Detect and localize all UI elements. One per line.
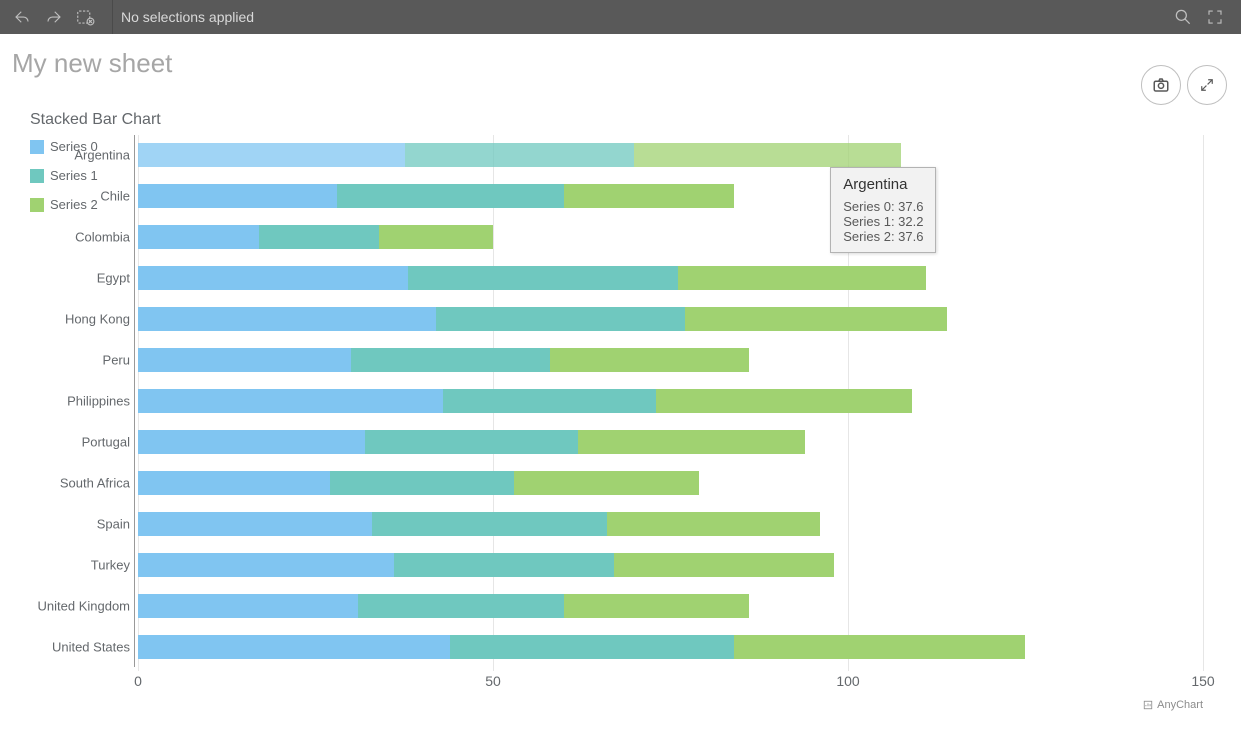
tooltip-line: Series 0: 37.6: [843, 199, 923, 214]
bar-segment[interactable]: [678, 266, 927, 290]
bar-segment[interactable]: [394, 553, 614, 577]
tooltip-title: Argentina: [843, 176, 923, 193]
bar-segment[interactable]: [358, 594, 564, 618]
tooltip-line: Series 1: 32.2: [843, 214, 923, 229]
bar-segment[interactable]: [734, 635, 1025, 659]
bar-segment[interactable]: [330, 471, 515, 495]
x-tick-label: 0: [134, 673, 142, 689]
bar-segment[interactable]: [408, 266, 678, 290]
legend-item[interactable]: Series 2: [30, 197, 98, 212]
bar-segment[interactable]: [138, 184, 337, 208]
toolbar-divider: [112, 0, 113, 34]
bar[interactable]: [138, 553, 1203, 577]
category-label: Spain: [97, 516, 130, 531]
clear-selections-button[interactable]: [72, 3, 100, 31]
bar-segment[interactable]: [138, 307, 436, 331]
bar-segment[interactable]: [138, 594, 358, 618]
category-label: Philippines: [67, 394, 130, 409]
bar[interactable]: [138, 348, 1203, 372]
category-label: Colombia: [75, 230, 130, 245]
category-label: Hong Kong: [65, 312, 130, 327]
bar[interactable]: [138, 266, 1203, 290]
bar[interactable]: [138, 389, 1203, 413]
category-label: Egypt: [97, 271, 130, 286]
bar-segment[interactable]: [614, 553, 834, 577]
bar-segment[interactable]: [372, 512, 606, 536]
search-button[interactable]: [1169, 3, 1197, 31]
bar[interactable]: [138, 225, 1203, 249]
chart-credit[interactable]: AnyChart: [1143, 699, 1203, 711]
selections-toolbar: No selections applied: [0, 0, 1241, 34]
bar[interactable]: [138, 307, 1203, 331]
legend-label: Series 1: [50, 168, 98, 183]
category-label: United States: [52, 639, 130, 654]
selections-text: No selections applied: [121, 9, 254, 25]
bar[interactable]: [138, 512, 1203, 536]
snapshot-button[interactable]: [1141, 65, 1181, 105]
bar[interactable]: [138, 594, 1203, 618]
x-tick-label: 100: [836, 673, 859, 689]
category-label: Argentina: [74, 148, 130, 163]
category-label: United Kingdom: [38, 598, 131, 613]
y-axis-line: [134, 135, 135, 667]
bar-segment[interactable]: [138, 430, 365, 454]
bar-segment[interactable]: [138, 635, 450, 659]
category-label: Portugal: [82, 434, 130, 449]
chart-panel: Stacked Bar Chart Series 0Series 1Series…: [8, 87, 1233, 727]
bar-segment[interactable]: [578, 430, 805, 454]
chart-plot-area[interactable]: 050100150ArgentinaChileColombiaEgyptHong…: [138, 135, 1203, 667]
bar-segment[interactable]: [365, 430, 578, 454]
x-tick-label: 50: [485, 673, 501, 689]
bar[interactable]: [138, 143, 1203, 167]
category-label: Chile: [100, 189, 130, 204]
bar[interactable]: [138, 430, 1203, 454]
expand-button[interactable]: [1187, 65, 1227, 105]
bar-segment[interactable]: [607, 512, 820, 536]
bar-segment[interactable]: [138, 266, 408, 290]
step-forward-button[interactable]: [40, 3, 68, 31]
legend-swatch: [30, 169, 44, 183]
bar-segment[interactable]: [138, 553, 394, 577]
bar-segment[interactable]: [656, 389, 912, 413]
sheet-title: My new sheet: [0, 34, 1241, 87]
fullscreen-button[interactable]: [1201, 3, 1229, 31]
bar-segment[interactable]: [138, 143, 405, 167]
legend-label: Series 2: [50, 197, 98, 212]
category-label: South Africa: [60, 475, 130, 490]
tooltip-line: Series 2: 37.6: [843, 229, 923, 244]
bar-segment[interactable]: [685, 307, 948, 331]
bar-segment[interactable]: [379, 225, 493, 249]
gridline: [1203, 135, 1204, 671]
legend-item[interactable]: Series 1: [30, 168, 98, 183]
bar-segment[interactable]: [514, 471, 699, 495]
bar-segment[interactable]: [443, 389, 656, 413]
bar-segment[interactable]: [337, 184, 564, 208]
legend-swatch: [30, 140, 44, 154]
bar[interactable]: [138, 635, 1203, 659]
bar-segment[interactable]: [351, 348, 550, 372]
bar-segment[interactable]: [634, 143, 901, 167]
bar-segment[interactable]: [138, 348, 351, 372]
bar-segment[interactable]: [138, 471, 330, 495]
bar-segment[interactable]: [259, 225, 380, 249]
bar-segment[interactable]: [138, 389, 443, 413]
bar-segment[interactable]: [450, 635, 734, 659]
bar-segment[interactable]: [564, 594, 749, 618]
tooltip: Argentina Series 0: 37.6Series 1: 32.2Ser…: [830, 167, 936, 253]
bar-segment[interactable]: [405, 143, 634, 167]
bar-segment[interactable]: [550, 348, 749, 372]
bar-segment[interactable]: [138, 512, 372, 536]
bar-segment[interactable]: [138, 225, 259, 249]
chart-title: Stacked Bar Chart: [8, 87, 1233, 133]
bar-segment[interactable]: [564, 184, 734, 208]
bar-segment[interactable]: [436, 307, 685, 331]
bar[interactable]: [138, 184, 1203, 208]
legend-swatch: [30, 198, 44, 212]
category-label: Peru: [103, 353, 130, 368]
x-tick-label: 150: [1191, 673, 1214, 689]
bar[interactable]: [138, 471, 1203, 495]
category-label: Turkey: [91, 557, 130, 572]
step-back-button[interactable]: [8, 3, 36, 31]
